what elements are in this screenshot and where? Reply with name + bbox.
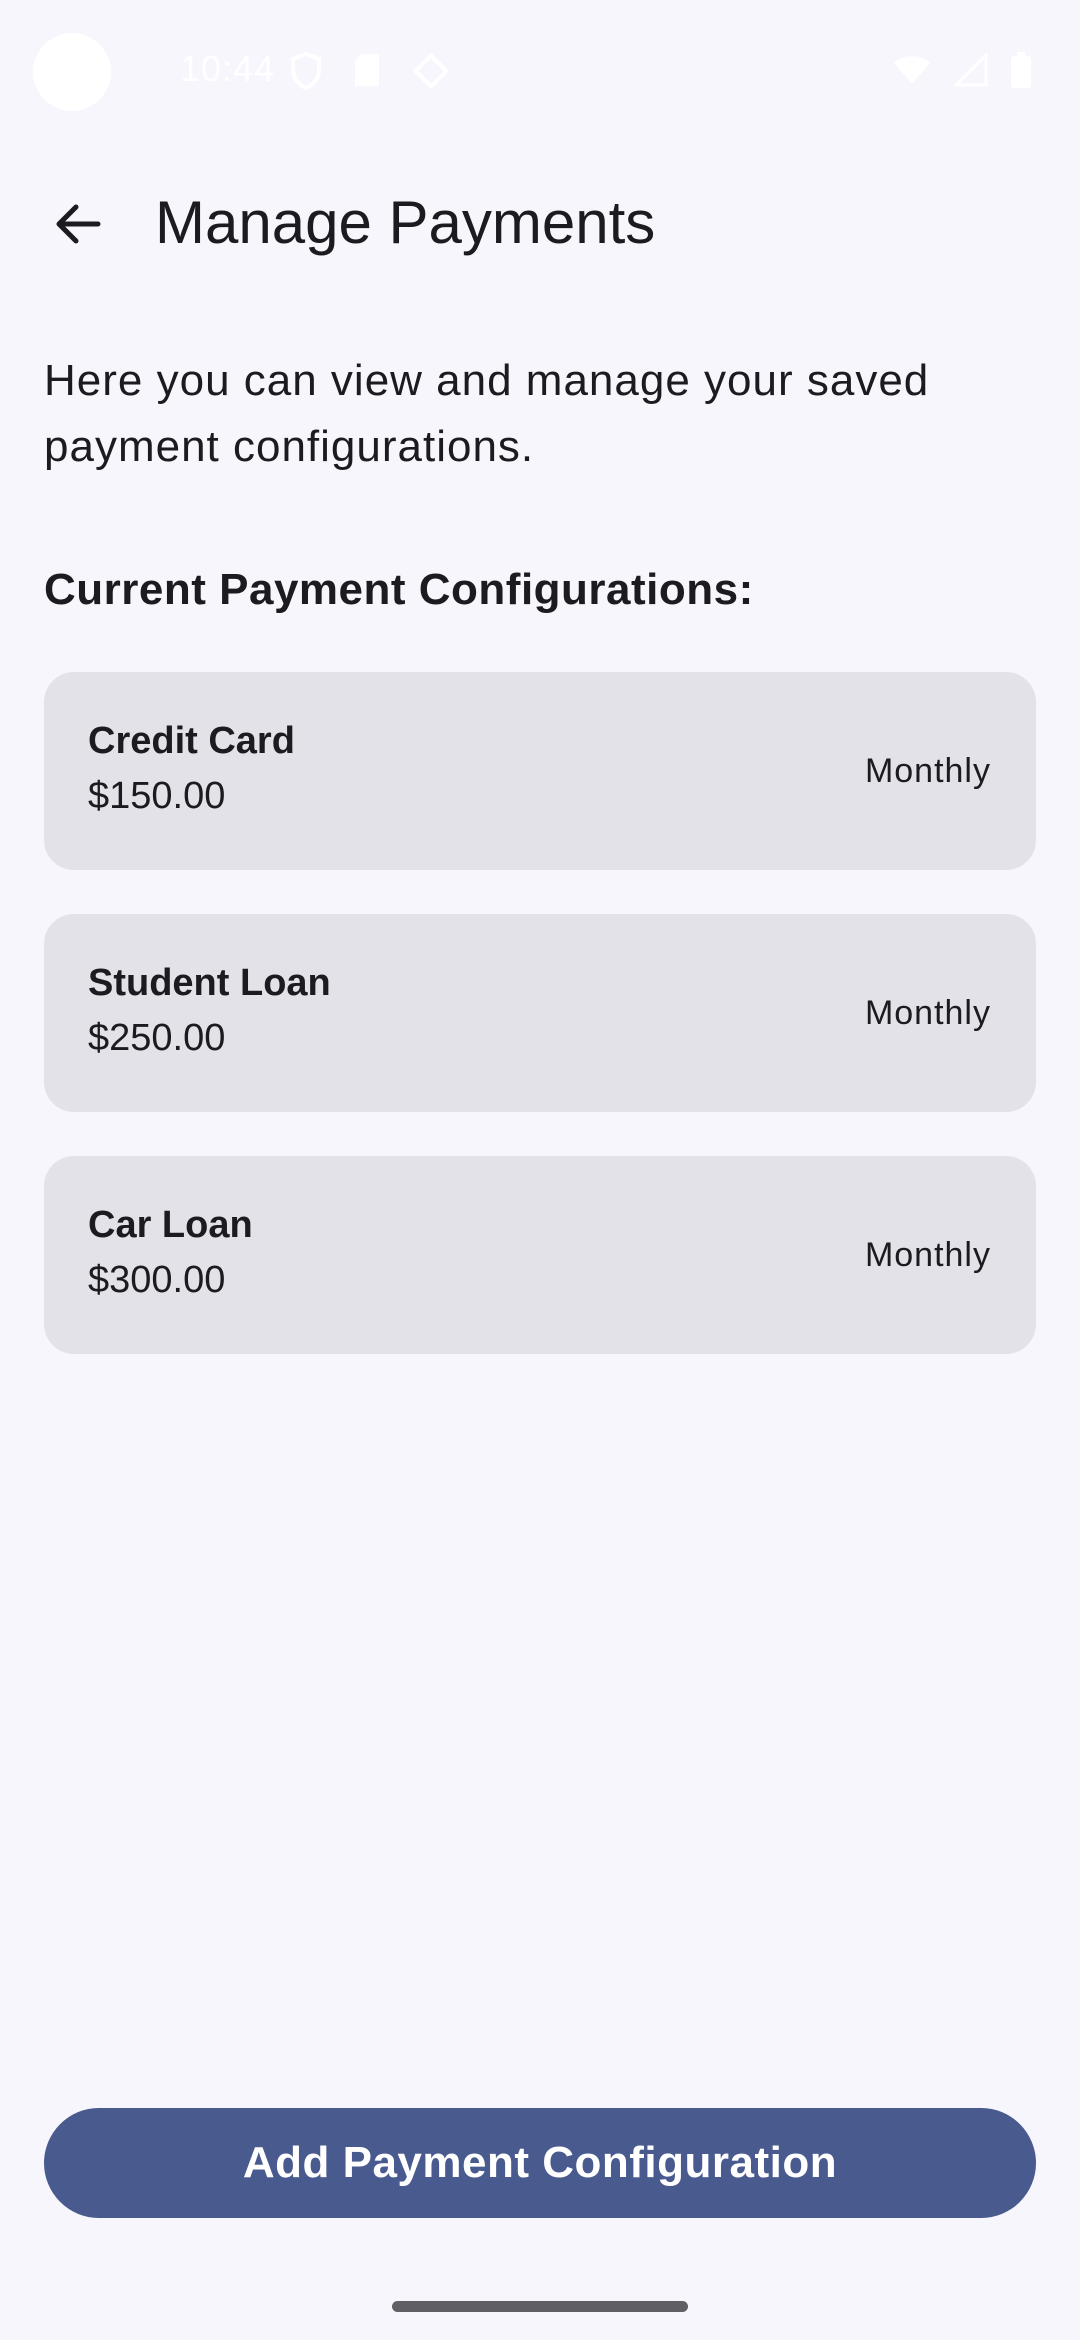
status-icons-left [290,51,450,95]
page-title: Manage Payments [155,189,656,256]
home-indicator[interactable] [392,2301,688,2312]
payment-frequency: Monthly [864,994,991,1032]
camera-cutout [33,33,111,111]
payment-name: Car Loan [88,1204,253,1246]
payment-name: Credit Card [88,720,295,762]
payment-amount: $250.00 [88,1017,226,1059]
add-payment-configuration-button[interactable]: Add Payment Configuration [44,2108,1036,2218]
payment-frequency: Monthly [864,1236,991,1274]
payment-card-car-loan[interactable]: Car Loan $300.00 Monthly [44,1156,1036,1354]
status-bar: 10:44 [0,0,1080,140]
payment-card-student-loan[interactable]: Student Loan $250.00 Monthly [44,914,1036,1112]
data-saver-icon [412,52,450,95]
payment-name: Student Loan [88,962,331,1004]
cellular-signal-icon [952,51,988,92]
status-time: 10:44 [180,48,276,89]
back-button[interactable] [30,178,126,274]
sd-card-icon [352,52,382,95]
top-app-bar: Manage Payments [0,170,1080,280]
shield-icon [290,51,322,95]
payment-amount: $300.00 [88,1259,226,1301]
wifi-icon [892,54,932,91]
arrow-back-icon [52,198,104,255]
payment-amount: $150.00 [88,775,226,817]
battery-icon [1010,52,1032,93]
payment-card-credit-card[interactable]: Credit Card $150.00 Monthly [44,672,1036,870]
payment-frequency: Monthly [864,752,991,790]
intro-text: Here you can view and manage your saved … [44,356,930,471]
status-icons-right [892,51,1032,93]
section-title: Current Payment Configurations: [44,565,754,614]
